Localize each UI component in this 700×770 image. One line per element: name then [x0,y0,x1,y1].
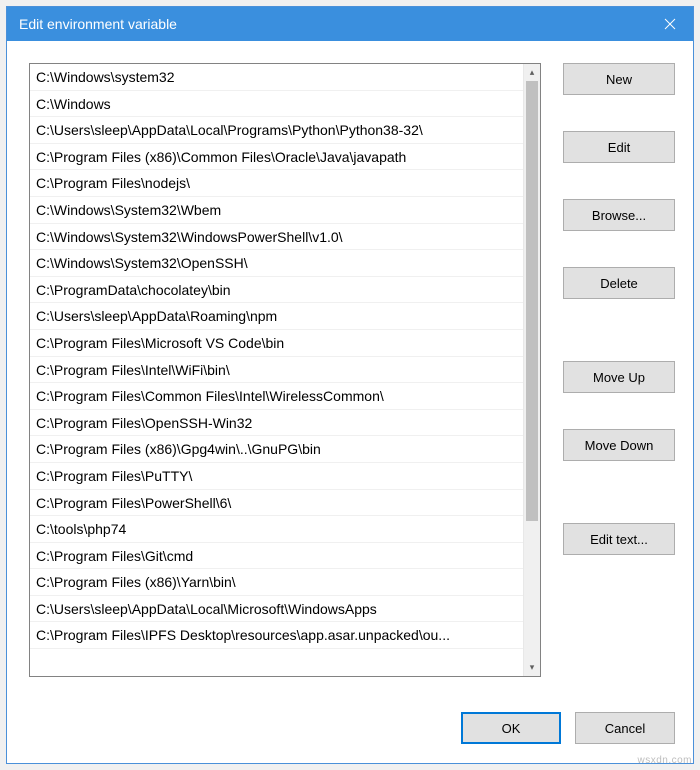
list-item[interactable]: C:\Program Files (x86)\Yarn\bin\ [30,569,540,596]
move-up-button[interactable]: Move Up [563,361,675,393]
list-item[interactable]: C:\Program Files\Microsoft VS Code\bin [30,330,540,357]
chevron-up-icon: ▴ [530,67,535,78]
list-item[interactable]: C:\Windows\System32\OpenSSH\ [30,250,540,277]
button-sidebar: New Edit Browse... Delete Move Up Move D… [563,63,675,693]
watermark: wsxdn.com [637,755,692,766]
edit-text-button[interactable]: Edit text... [563,523,675,555]
list-item[interactable]: C:\Program Files (x86)\Common Files\Orac… [30,144,540,171]
scroll-down-button[interactable]: ▾ [524,659,540,676]
move-down-button[interactable]: Move Down [563,429,675,461]
scroll-track[interactable] [524,81,540,659]
list-item[interactable]: C:\Program Files\nodejs\ [30,170,540,197]
list-item[interactable]: C:\Program Files\Common Files\Intel\Wire… [30,383,540,410]
titlebar[interactable]: Edit environment variable [7,7,693,41]
new-button[interactable]: New [563,63,675,95]
list-item[interactable]: C:\tools\php74 [30,516,540,543]
cancel-button[interactable]: Cancel [575,712,675,744]
dialog-footer: OK Cancel [7,705,693,763]
close-icon [664,18,676,30]
list-item[interactable]: C:\Windows\System32\Wbem [30,197,540,224]
window-title: Edit environment variable [19,16,177,32]
list-item[interactable]: C:\Users\sleep\AppData\Local\Microsoft\W… [30,596,540,623]
list-item[interactable]: C:\Program Files\PowerShell\6\ [30,490,540,517]
dialog-body: C:\Windows\system32C:\WindowsC:\Users\sl… [7,41,693,705]
list-item[interactable]: C:\Program Files\Git\cmd [30,543,540,570]
list-item[interactable]: C:\Windows\System32\WindowsPowerShell\v1… [30,224,540,251]
ok-button[interactable]: OK [461,712,561,744]
list-item[interactable]: C:\Windows [30,91,540,118]
scrollbar[interactable]: ▴ ▾ [523,64,540,676]
list-item[interactable]: C:\Program Files\PuTTY\ [30,463,540,490]
list-item[interactable]: C:\ProgramData\chocolatey\bin [30,277,540,304]
dialog-window: Edit environment variable C:\Windows\sys… [6,6,694,764]
list-item[interactable]: C:\Users\sleep\AppData\Local\Programs\Py… [30,117,540,144]
list-item[interactable]: C:\Program Files (x86)\Gpg4win\..\GnuPG\… [30,436,540,463]
list-item[interactable]: C:\Users\sleep\AppData\Roaming\npm [30,303,540,330]
list-item[interactable]: C:\Program Files\OpenSSH-Win32 [30,410,540,437]
list-item[interactable]: C:\Program Files\IPFS Desktop\resources\… [30,622,540,649]
chevron-down-icon: ▾ [530,662,535,673]
scroll-thumb[interactable] [526,81,538,521]
list-item[interactable]: C:\Program Files\Intel\WiFi\bin\ [30,357,540,384]
browse-button[interactable]: Browse... [563,199,675,231]
close-button[interactable] [647,7,693,41]
path-listbox[interactable]: C:\Windows\system32C:\WindowsC:\Users\sl… [29,63,541,677]
list-item[interactable]: C:\Windows\system32 [30,64,540,91]
scroll-up-button[interactable]: ▴ [524,64,540,81]
delete-button[interactable]: Delete [563,267,675,299]
edit-button[interactable]: Edit [563,131,675,163]
